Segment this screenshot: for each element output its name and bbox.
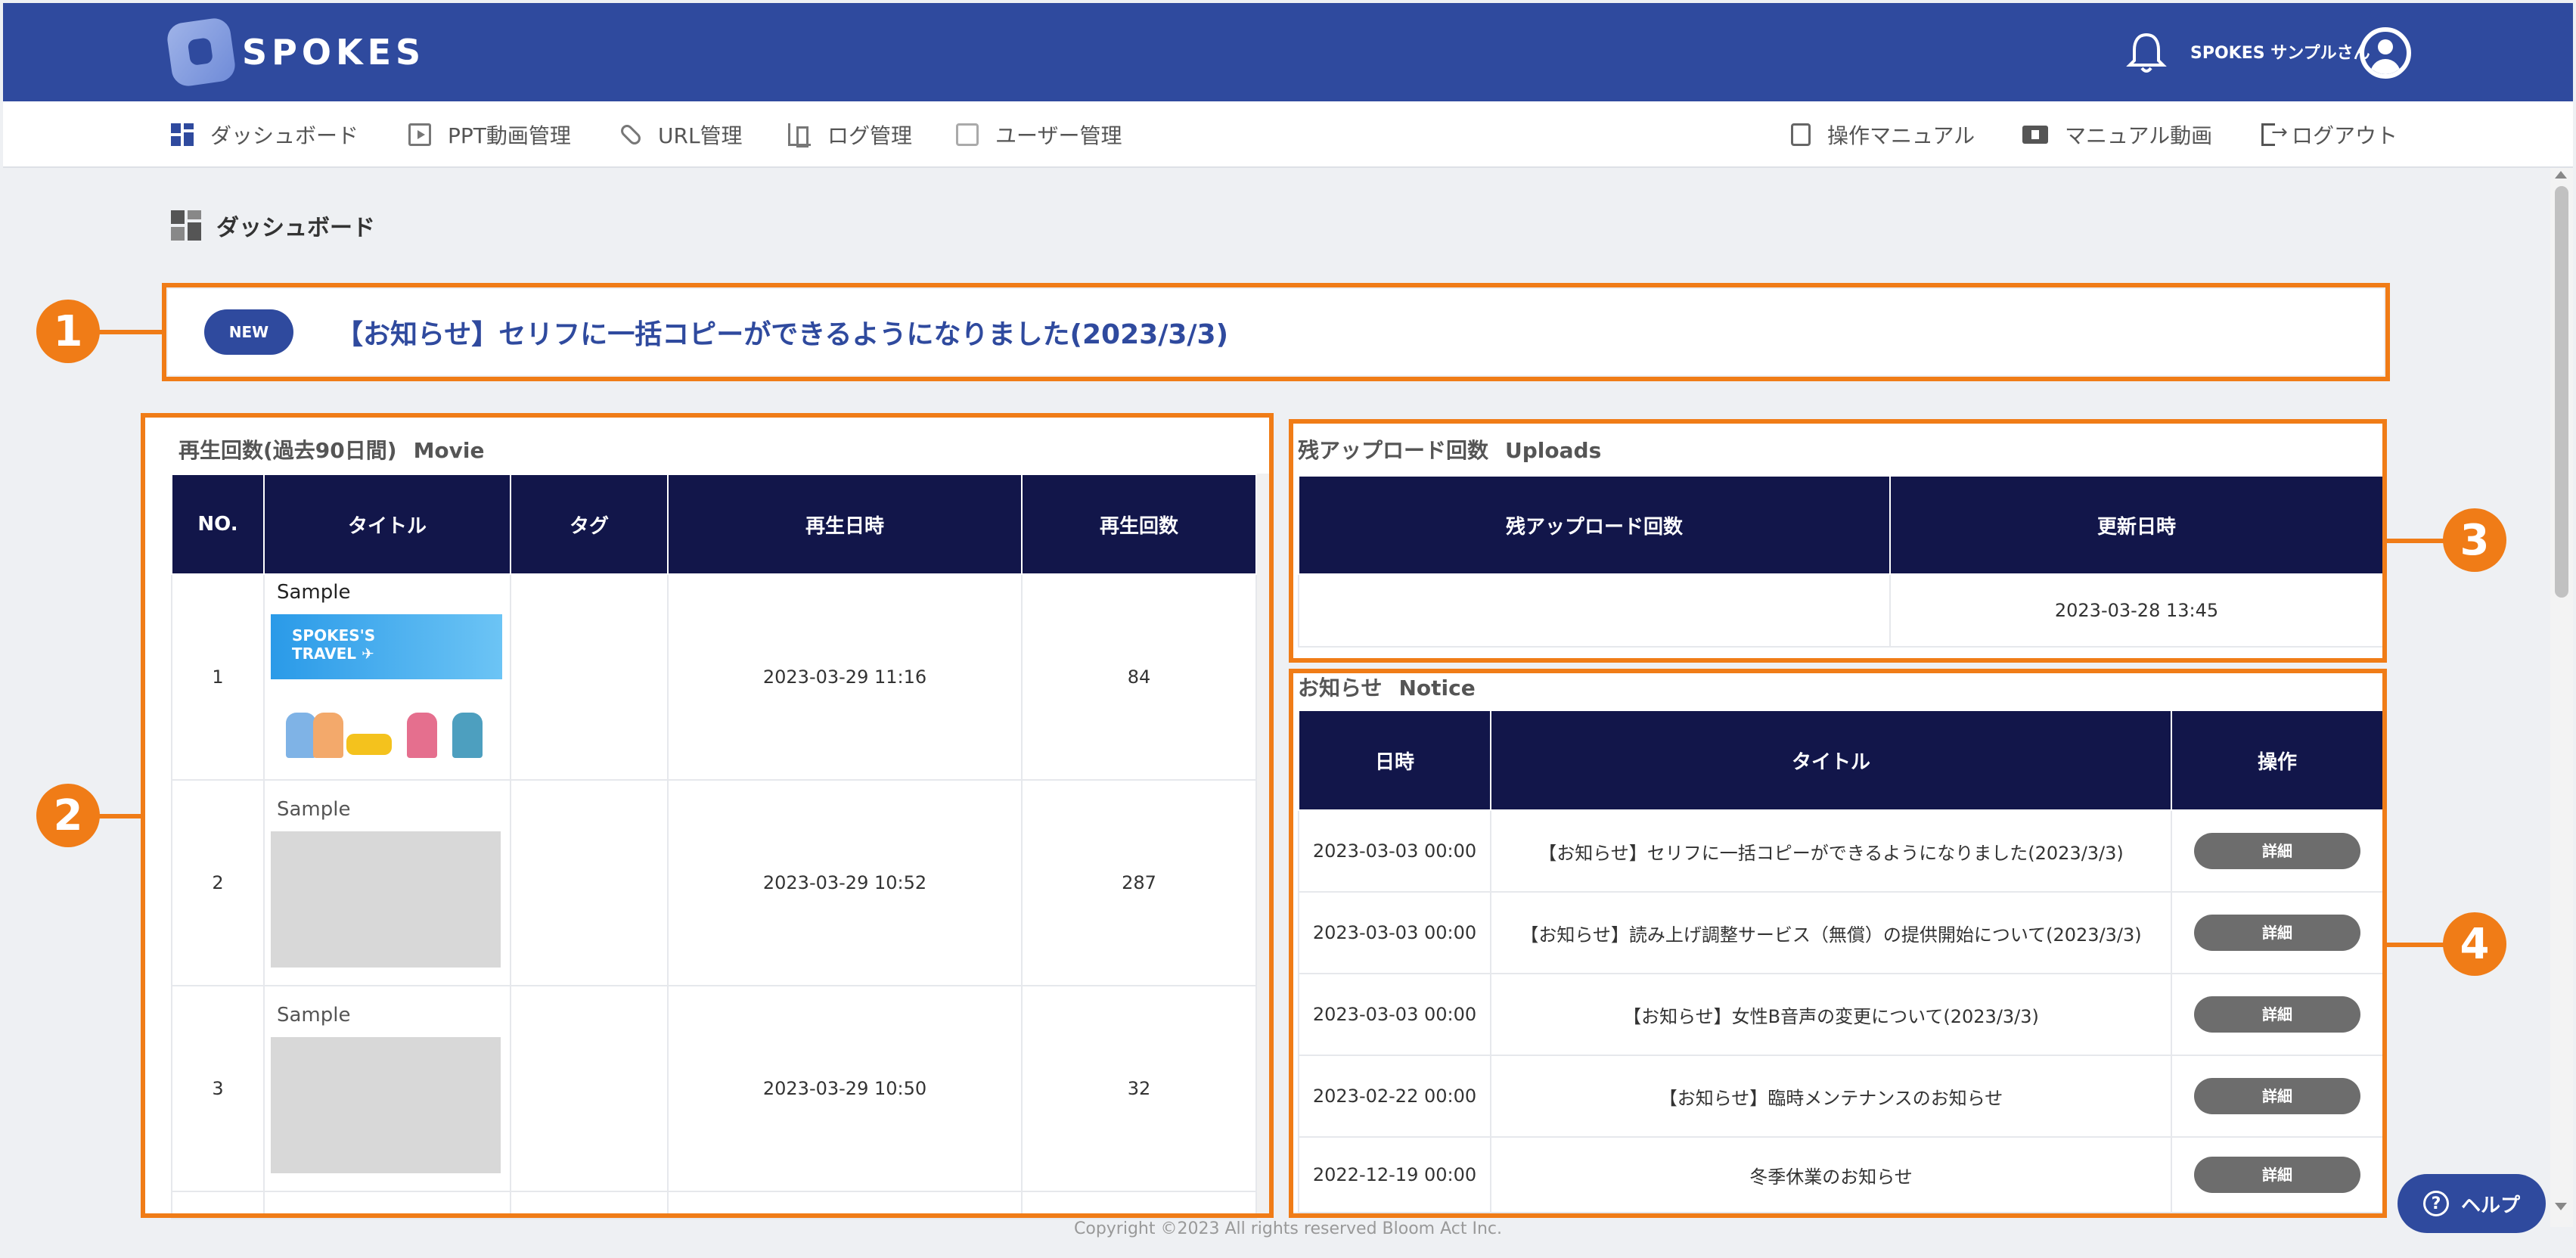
ppt-video-icon: [408, 123, 431, 146]
callout-connector-1: [98, 330, 163, 334]
page-title: ダッシュボード: [171, 209, 375, 242]
user-name[interactable]: SPOKES サンプルさん: [2190, 39, 2370, 64]
scroll-up-arrow-icon[interactable]: [2555, 171, 2567, 179]
highlight-frame-1: [162, 283, 2390, 381]
help-button[interactable]: ? ヘルプ: [2398, 1174, 2546, 1233]
nav-url[interactable]: URL管理: [618, 120, 743, 150]
highlight-frame-2: [141, 413, 1274, 1218]
app-logo[interactable]: SPOKES: [165, 16, 426, 89]
scroll-down-arrow-icon[interactable]: [2555, 1203, 2567, 1210]
user-manage-icon: [956, 123, 979, 146]
dashboard-icon: [171, 123, 194, 146]
callout-2: 2: [36, 784, 100, 847]
callout-1: 1: [36, 300, 100, 363]
nav-label: ダッシュボード: [210, 123, 359, 148]
logo-mark-icon: [165, 16, 237, 89]
logo-text: SPOKES: [242, 32, 426, 73]
nav-label: マニュアル動画: [2065, 123, 2213, 148]
nav-label: ログアウト: [2292, 123, 2398, 148]
logout-icon: [2261, 121, 2288, 146]
callout-4: 4: [2443, 912, 2506, 976]
footer-copyright: Copyright ©2023 All rights reserved Bloo…: [1074, 1219, 1502, 1238]
bell-icon[interactable]: [2125, 30, 2168, 76]
highlight-frame-4: [1289, 669, 2387, 1218]
top-header: SPOKES SPOKES サンプルさん: [3, 3, 2573, 101]
nav-dashboard[interactable]: ダッシュボード: [171, 120, 358, 150]
nav-user-manage[interactable]: ユーザー管理: [956, 120, 1122, 150]
nav-label: ログ管理: [827, 123, 913, 148]
help-label: ヘルプ: [2460, 1194, 2520, 1217]
video-icon: [2022, 126, 2048, 144]
nav-ppt-video[interactable]: PPT動画管理: [408, 120, 571, 150]
nav-log[interactable]: ログ管理: [788, 120, 912, 150]
callout-connector-2: [98, 814, 142, 818]
highlight-frame-3: [1289, 419, 2387, 663]
manual-icon: [1791, 123, 1811, 146]
nav-label: PPT動画管理: [448, 123, 571, 148]
page-title-text: ダッシュボード: [216, 215, 375, 241]
main-nav: ダッシュボード PPT動画管理 URL管理 ログ管理 ユーザー管理 操作マニュア…: [3, 101, 2573, 168]
nav-manual-video[interactable]: マニュアル動画: [2022, 120, 2212, 150]
callout-3: 3: [2443, 508, 2506, 572]
nav-logout[interactable]: ログアウト: [2261, 120, 2398, 150]
nav-label: ユーザー管理: [995, 123, 1122, 148]
log-icon: [788, 123, 811, 148]
dashboard-icon: [171, 210, 201, 241]
page-scrollbar-thumb[interactable]: [2555, 186, 2568, 598]
nav-label: 操作マニュアル: [1827, 123, 1975, 148]
link-icon: [618, 122, 644, 148]
user-avatar-icon[interactable]: [2360, 27, 2411, 79]
nav-manual[interactable]: 操作マニュアル: [1791, 120, 1975, 150]
help-icon: ?: [2422, 1191, 2449, 1216]
nav-label: URL管理: [658, 123, 743, 148]
